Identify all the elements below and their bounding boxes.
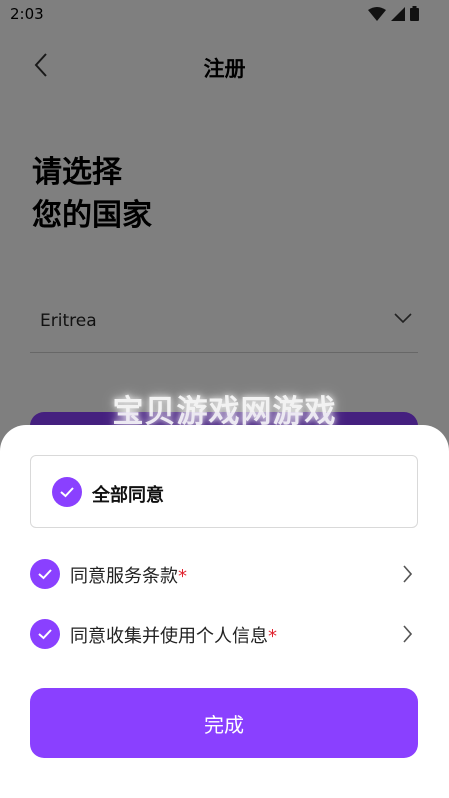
required-marker: *	[268, 626, 277, 647]
terms-of-service-label: 同意服务条款*	[70, 566, 187, 587]
agree-all-label: 全部同意	[92, 485, 164, 506]
chevron-right-icon[interactable]	[402, 565, 413, 587]
required-marker: *	[178, 566, 187, 587]
check-icon[interactable]	[30, 619, 60, 649]
chevron-right-icon[interactable]	[402, 625, 413, 647]
terms-of-service-item[interactable]: 同意服务条款*	[30, 557, 418, 591]
check-icon[interactable]	[52, 477, 82, 507]
check-icon[interactable]	[30, 559, 60, 589]
done-button[interactable]: 完成	[30, 688, 418, 758]
privacy-consent-label: 同意收集并使用个人信息*	[70, 626, 277, 647]
privacy-consent-item[interactable]: 同意收集并使用个人信息*	[30, 617, 418, 651]
terms-bottom-sheet: 全部同意 同意服务条款* 同意收集并使用个人信息* 完成	[0, 425, 449, 798]
done-button-label: 完成	[204, 712, 244, 737]
agree-all-option[interactable]: 全部同意	[30, 455, 418, 528]
